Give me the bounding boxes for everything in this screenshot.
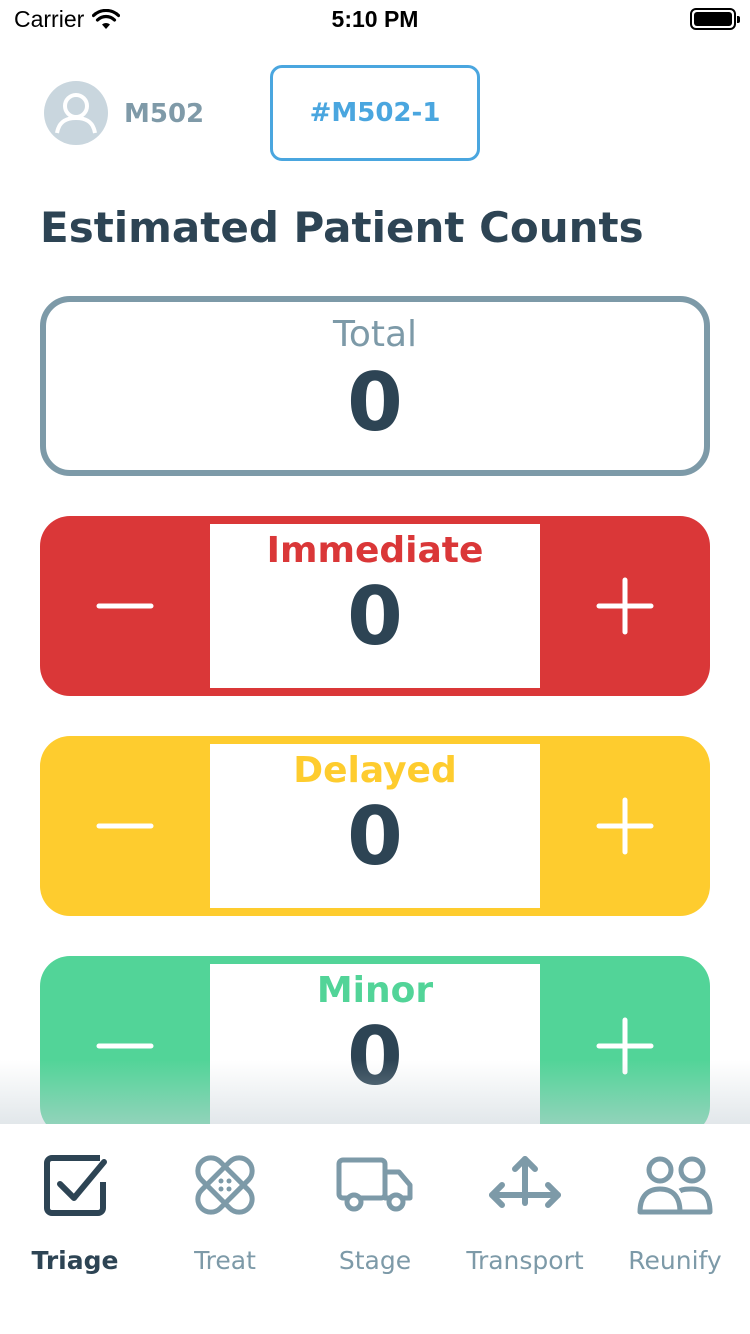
- header: M502 #M502-1: [0, 64, 750, 164]
- delayed-display: Delayed 0: [210, 744, 540, 908]
- delayed-decrement-button[interactable]: [40, 736, 210, 916]
- delayed-increment-button[interactable]: [540, 736, 710, 916]
- minus-icon: [96, 1043, 154, 1049]
- minor-label: Minor: [316, 970, 434, 1011]
- status-bar: Carrier 5:10 PM: [0, 0, 750, 40]
- minor-decrement-button[interactable]: [40, 956, 210, 1136]
- tab-reunify[interactable]: Reunify: [600, 1124, 750, 1294]
- delayed-label: Delayed: [293, 750, 457, 791]
- truck-icon: [335, 1150, 415, 1220]
- minor-value: 0: [347, 1010, 403, 1103]
- incident-tab[interactable]: #M502-1: [270, 65, 480, 161]
- battery-icon: [690, 8, 740, 30]
- total-label: Total: [332, 314, 418, 355]
- minus-icon: [96, 603, 154, 609]
- avatar[interactable]: [44, 81, 108, 145]
- plus-icon: [596, 1017, 654, 1075]
- tab-bar: Triage Treat Stage Transport Reunify: [0, 1124, 750, 1334]
- delayed-value: 0: [347, 790, 403, 883]
- user-icon: [45, 82, 107, 144]
- tab-stage-label: Stage: [338, 1246, 412, 1275]
- plus-icon: [596, 577, 654, 635]
- tab-treat-label: Treat: [194, 1246, 256, 1275]
- user-id: M502: [124, 99, 205, 129]
- tab-transport[interactable]: Transport: [450, 1124, 600, 1294]
- immediate-value: 0: [347, 570, 403, 663]
- minus-icon: [96, 823, 154, 829]
- checkbox-icon: [35, 1150, 115, 1220]
- plus-icon: [596, 797, 654, 855]
- tab-treat[interactable]: Treat: [150, 1124, 300, 1294]
- page-title: Estimated Patient Counts: [40, 203, 644, 252]
- total-card: Total 0: [40, 296, 710, 476]
- minor-increment-button[interactable]: [540, 956, 710, 1136]
- immediate-display: Immediate 0: [210, 524, 540, 688]
- minor-counter: Minor 0: [40, 956, 710, 1136]
- tab-reunify-label: Reunify: [628, 1246, 722, 1275]
- status-time: 5:10 PM: [331, 6, 419, 32]
- tab-triage-label: Triage: [31, 1246, 119, 1275]
- tab-triage[interactable]: Triage: [0, 1124, 150, 1294]
- tab-stage[interactable]: Stage: [300, 1124, 450, 1294]
- immediate-label: Immediate: [266, 530, 484, 571]
- bandage-icon: [185, 1150, 265, 1220]
- immediate-increment-button[interactable]: [540, 516, 710, 696]
- immediate-counter: Immediate 0: [40, 516, 710, 696]
- minor-display: Minor 0: [210, 964, 540, 1128]
- total-value: 0: [347, 356, 403, 449]
- people-icon: [635, 1150, 715, 1220]
- arrows-icon: [485, 1150, 565, 1220]
- tab-transport-label: Transport: [466, 1246, 584, 1275]
- immediate-decrement-button[interactable]: [40, 516, 210, 696]
- delayed-counter: Delayed 0: [40, 736, 710, 916]
